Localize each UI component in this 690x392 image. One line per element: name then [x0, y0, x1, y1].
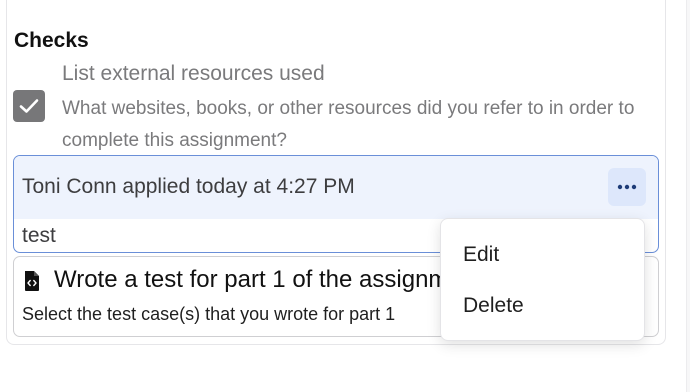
code-file-icon	[25, 271, 39, 291]
comment-header: Toni Conn applied today at 4:27 PM	[14, 156, 658, 219]
menu-item-edit[interactable]: Edit	[463, 243, 499, 267]
comment-body: test	[22, 224, 56, 247]
more-options-button[interactable]	[608, 168, 646, 206]
check-item-description: What websites, books, or other resources…	[62, 98, 635, 151]
check-item-title: List external resources used	[62, 62, 325, 85]
scrollbar-track[interactable]	[686, 0, 690, 392]
task-title: Wrote a test for part 1 of the assignmen…	[54, 266, 482, 293]
checkmark-icon	[19, 99, 39, 113]
task-description: Select the test case(s) that you wrote f…	[22, 304, 396, 324]
check-item-checkbox[interactable]	[13, 90, 45, 122]
context-menu: Edit Delete	[440, 218, 645, 341]
section-title: Checks	[14, 29, 89, 52]
comment-author-line: Toni Conn applied today at 4:27 PM	[22, 175, 355, 198]
menu-item-delete[interactable]: Delete	[463, 294, 524, 318]
ellipsis-horizontal-icon	[617, 184, 637, 190]
